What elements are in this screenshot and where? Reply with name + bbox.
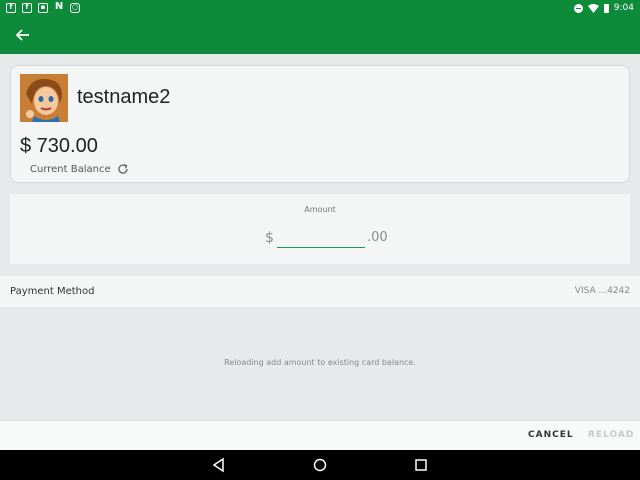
- nav-home-icon[interactable]: [312, 457, 328, 473]
- reload-button[interactable]: RELOAD: [588, 430, 634, 440]
- system-nav-bar: [0, 450, 640, 480]
- do-not-disturb-icon: [573, 3, 583, 13]
- status-time: 9:04: [613, 3, 634, 13]
- arrow-left-icon: [15, 29, 29, 41]
- avatar: [20, 74, 68, 122]
- payment-method-row[interactable]: Payment Method VISA ...4242: [0, 276, 640, 307]
- username: testname2: [77, 86, 171, 108]
- gallery-icon: ▪: [38, 3, 48, 13]
- current-balance-label: Current Balance: [30, 163, 111, 175]
- notification-icons: f f ▪ N ○: [6, 1, 80, 13]
- currency-symbol: $: [265, 230, 274, 246]
- status-bar: f f ▪ N ○ 9:04: [0, 0, 640, 16]
- reload-info-text: Reloading add amount to existing card ba…: [224, 358, 416, 367]
- wifi-icon: [587, 3, 599, 13]
- amount-panel: Amount $ .00: [10, 194, 630, 264]
- amount-input[interactable]: [277, 226, 365, 248]
- cancel-button[interactable]: CANCEL: [528, 430, 574, 440]
- refresh-icon[interactable]: [117, 163, 129, 175]
- account-card: testname2 $ 730.00 Current Balance: [10, 65, 630, 183]
- current-balance-amount: $ 730.00: [20, 135, 98, 157]
- amount-cents: .00: [367, 230, 388, 245]
- instagram-icon: ○: [70, 3, 80, 13]
- facebook-icon: f: [6, 3, 16, 13]
- facebook-icon: f: [22, 3, 32, 13]
- payment-method-label: Payment Method: [10, 286, 95, 297]
- action-bar: CANCEL RELOAD: [0, 420, 640, 450]
- battery-icon: [603, 3, 609, 13]
- nav-recents-icon[interactable]: [413, 457, 429, 473]
- nav-back-icon[interactable]: [211, 457, 227, 473]
- n-app-icon: N: [54, 1, 64, 12]
- system-status: 9:04: [573, 3, 634, 13]
- app-bar: [0, 16, 640, 54]
- amount-label: Amount: [304, 205, 336, 214]
- current-balance-label-row: Current Balance: [30, 163, 129, 175]
- avatar-image: [20, 74, 68, 122]
- payment-method-value: VISA ...4242: [574, 286, 630, 296]
- back-button[interactable]: [12, 25, 34, 45]
